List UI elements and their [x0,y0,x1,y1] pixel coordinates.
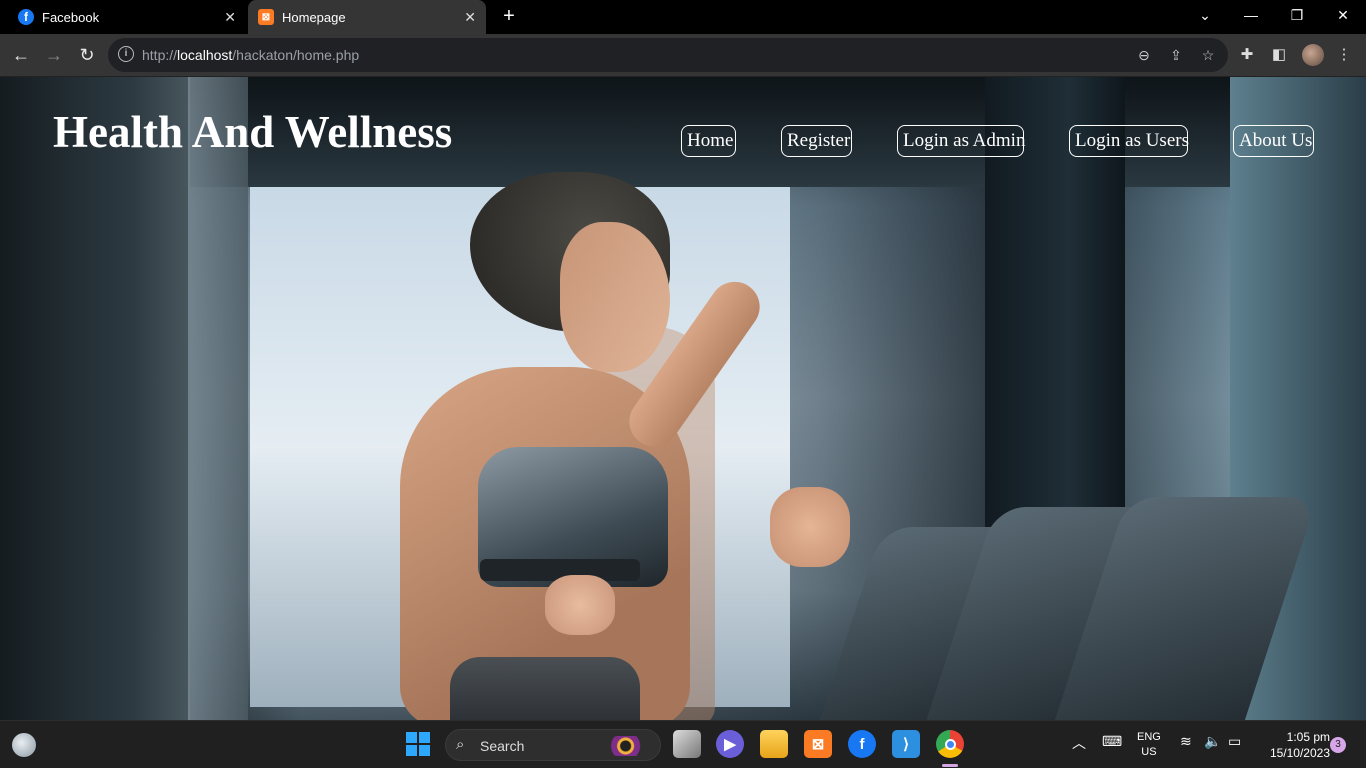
back-arrow-icon[interactable]: ← [10,44,32,66]
window-close-button[interactable]: ✕ [1320,0,1366,30]
tab-title: Homepage [282,9,346,25]
start-button[interactable] [404,730,432,758]
search-label: Search [480,738,525,754]
tab-search-chevron-icon[interactable]: ⌄ [1182,0,1228,30]
more-menu-icon[interactable]: ⋮ [1334,45,1354,65]
chrome-icon[interactable] [936,730,964,758]
teams-icon[interactable]: ▶ [716,730,744,758]
search-highlight-icon [608,736,652,756]
keyboard-icon[interactable]: ⌨ [1102,733,1122,750]
notification-badge[interactable]: 3 [1330,737,1346,753]
wifi-icon[interactable]: ≋ [1180,733,1192,750]
forward-arrow-icon[interactable]: → [43,44,65,66]
browser-tab-strip: f Facebook ✕ ⊠ Homepage ✕ + ⌄ — ❐ ✕ [0,0,1366,34]
vscode-icon[interactable]: ⟩ [892,730,920,758]
site-info-icon[interactable]: i [118,46,134,62]
clock-date: 15/10/2023 [1269,746,1330,760]
nav-home[interactable]: Home [681,125,736,157]
clock-time: 1:05 pm [1286,730,1330,744]
file-explorer-folder-icon[interactable] [760,730,788,758]
nav-login-admin[interactable]: Login as Admin [897,125,1025,157]
volume-icon[interactable]: 🔈 [1204,733,1221,750]
facebook-icon[interactable]: f [848,730,876,758]
battery-icon[interactable]: ▭ [1228,733,1241,750]
tab-homepage[interactable]: ⊠ Homepage ✕ [248,0,486,34]
windows-logo-icon [406,732,430,756]
facebook-icon: f [18,9,34,25]
task-view-icon[interactable] [673,730,701,758]
profile-avatar[interactable] [1302,44,1324,66]
close-icon[interactable]: ✕ [224,9,236,26]
browser-toolbar: ← → ↻ i http://localhost/hackaton/home.p… [0,34,1366,77]
new-tab-button[interactable]: + [498,5,520,27]
windows-taskbar: ⌕ Search ▶ ⊠ f ⟩ ︿ ⌨ ENG US ≋ 🔈 ▭ 1:05 p… [0,720,1366,768]
close-icon[interactable]: ✕ [464,9,476,26]
share-icon[interactable]: ⇪ [1167,46,1185,64]
minimize-button[interactable]: — [1228,0,1274,30]
nav-about-us[interactable]: About Us [1233,125,1314,157]
tab-facebook[interactable]: f Facebook ✕ [8,0,246,34]
nav-login-users[interactable]: Login as Users [1069,125,1189,157]
restore-button[interactable]: ❐ [1274,0,1320,30]
nav-register[interactable]: Register [781,125,852,157]
xampp-icon: ⊠ [258,9,274,25]
taskbar-search[interactable]: ⌕ Search [445,729,661,761]
show-hidden-icons-chevron-icon[interactable]: ︿ [1072,733,1086,753]
language-code: ENG [1137,731,1161,743]
hero-section [0,77,1366,720]
side-panel-icon[interactable]: ◧ [1269,45,1289,65]
xampp-icon[interactable]: ⊠ [804,730,832,758]
extensions-puzzle-icon[interactable]: ✚ [1237,45,1257,65]
search-icon: ⌕ [456,736,465,753]
zoom-icon[interactable]: ⊖ [1135,46,1153,64]
address-bar[interactable]: i http://localhost/hackaton/home.php ⊖ ⇪… [108,38,1228,72]
language-indicator[interactable]: ENG US [1137,730,1161,760]
reload-icon[interactable]: ↻ [76,44,98,66]
clock[interactable]: 1:05 pm 15/10/2023 [1256,729,1330,761]
active-app-indicator [942,764,958,767]
bookmark-star-icon[interactable]: ☆ [1199,46,1217,64]
keyboard-layout: US [1141,746,1157,758]
url-text[interactable]: http://localhost/hackaton/home.php [142,47,359,63]
tab-title: Facebook [42,9,100,25]
weather-icon[interactable] [12,733,36,757]
site-title: Health And Wellness [53,107,453,157]
